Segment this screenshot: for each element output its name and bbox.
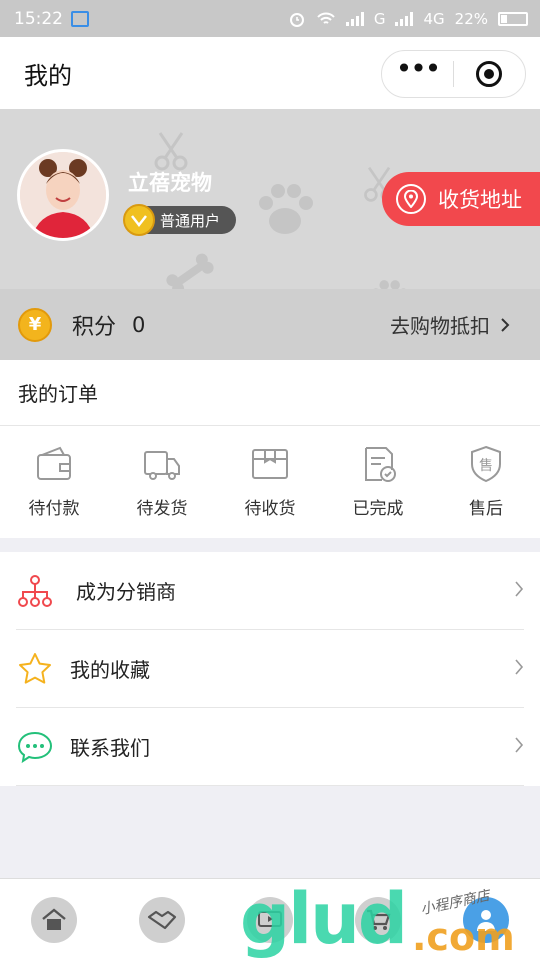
menu-list: 成为分销商 我的收藏 联系我们 (0, 552, 540, 786)
menu-item-favorites[interactable]: 我的收藏 (16, 630, 524, 708)
menu-item-label: 联系我们 (70, 736, 150, 760)
tab-home[interactable] (0, 896, 108, 943)
chevron-right-icon (514, 735, 524, 759)
shipping-address-button[interactable]: 收货地址 (382, 172, 540, 226)
orders-title[interactable]: 我的订单 (0, 360, 540, 426)
done-icon (365, 447, 396, 482)
location-pin-icon (396, 184, 426, 214)
target-icon (476, 61, 503, 87)
wifi-icon (317, 12, 335, 24)
points-bar[interactable]: ¥ 积分 0 去购物抵扣 (0, 289, 540, 360)
signal-icon (395, 11, 414, 26)
avatar-image (20, 152, 106, 238)
truck-icon (144, 451, 180, 480)
home-icon (31, 896, 77, 943)
points-label: 积分 (72, 314, 117, 340)
signal-icon (345, 11, 364, 26)
close-mini-program-button[interactable] (454, 61, 525, 87)
status-right: G 4G 22% (288, 10, 528, 28)
status-time: 15:22 (14, 8, 63, 29)
order-status-after-sale[interactable]: 售 售后 (432, 426, 540, 537)
battery-percent: 22% (454, 9, 488, 28)
distributor-icon (16, 572, 54, 610)
nav-bar: 我的 ••• (0, 37, 540, 109)
network-type-2: 4G (423, 9, 445, 28)
page-title: 我的 (24, 61, 72, 90)
order-status-completed[interactable]: 已完成 (324, 426, 432, 537)
order-status-pending-receipt[interactable]: 待收货 (216, 426, 324, 537)
star-icon (16, 650, 54, 688)
order-status-label: 已完成 (352, 499, 404, 519)
bone-decoration-icon (166, 253, 214, 289)
after-sale-icon: 售 (471, 445, 501, 483)
mini-program-capsule: ••• (381, 50, 526, 98)
orders-section: 我的订单 待付款 待发货 待收货 已完成 售 售后 (0, 360, 540, 538)
menu-item-contact-us[interactable]: 联系我们 (16, 708, 524, 786)
coin-icon: ¥ (18, 307, 52, 342)
medal-icon (123, 204, 155, 236)
profile-header: 立蓓宠物 普通用户 收货地址 (0, 109, 540, 289)
redeem-points-link[interactable]: 去购物抵扣 (390, 310, 510, 339)
watermark-domain: .com (412, 915, 515, 959)
order-status-pending-payment[interactable]: 待付款 (0, 426, 108, 537)
username: 立蓓宠物 (128, 171, 212, 195)
svg-text:售: 售 (479, 458, 493, 474)
paw-decoration-icon (259, 184, 313, 234)
wallet-icon (37, 446, 71, 480)
chat-icon (16, 728, 54, 766)
tab-cooperation[interactable] (108, 896, 216, 943)
screenshot-icon (71, 10, 89, 27)
alarm-icon (289, 12, 304, 27)
order-status-label: 待收货 (244, 499, 296, 519)
paw-decoration-icon (373, 280, 406, 289)
menu-item-label: 成为分销商 (76, 580, 176, 604)
order-status-label: 待发货 (136, 499, 188, 519)
chevron-right-icon (514, 579, 524, 603)
order-status-pending-shipment[interactable]: 待发货 (108, 426, 216, 537)
menu-item-label: 我的收藏 (70, 658, 150, 682)
order-status-label: 售后 (469, 499, 503, 519)
member-level-badge: 普通用户 (123, 204, 236, 236)
box-icon (252, 449, 288, 479)
status-bar: 15:22 G 4G 22% (0, 0, 540, 37)
chevron-right-icon (501, 317, 510, 332)
order-status-label: 待付款 (28, 499, 80, 519)
order-status-grid: 待付款 待发货 待收货 已完成 售 售后 (0, 426, 540, 537)
network-type-1: G (373, 9, 386, 28)
avatar[interactable] (17, 149, 109, 241)
handshake-icon (139, 896, 185, 943)
more-menu-button[interactable]: ••• (382, 55, 453, 93)
member-level-label: 普通用户 (160, 211, 221, 230)
menu-item-distributor[interactable]: 成为分销商 (16, 552, 524, 630)
chevron-right-icon (514, 657, 524, 681)
points-value: 0 (132, 312, 146, 337)
shipping-address-label: 收货地址 (438, 188, 522, 212)
watermark-logo: glud (240, 878, 408, 960)
battery-icon (498, 11, 528, 26)
redeem-points-label: 去购物抵扣 (390, 314, 490, 338)
